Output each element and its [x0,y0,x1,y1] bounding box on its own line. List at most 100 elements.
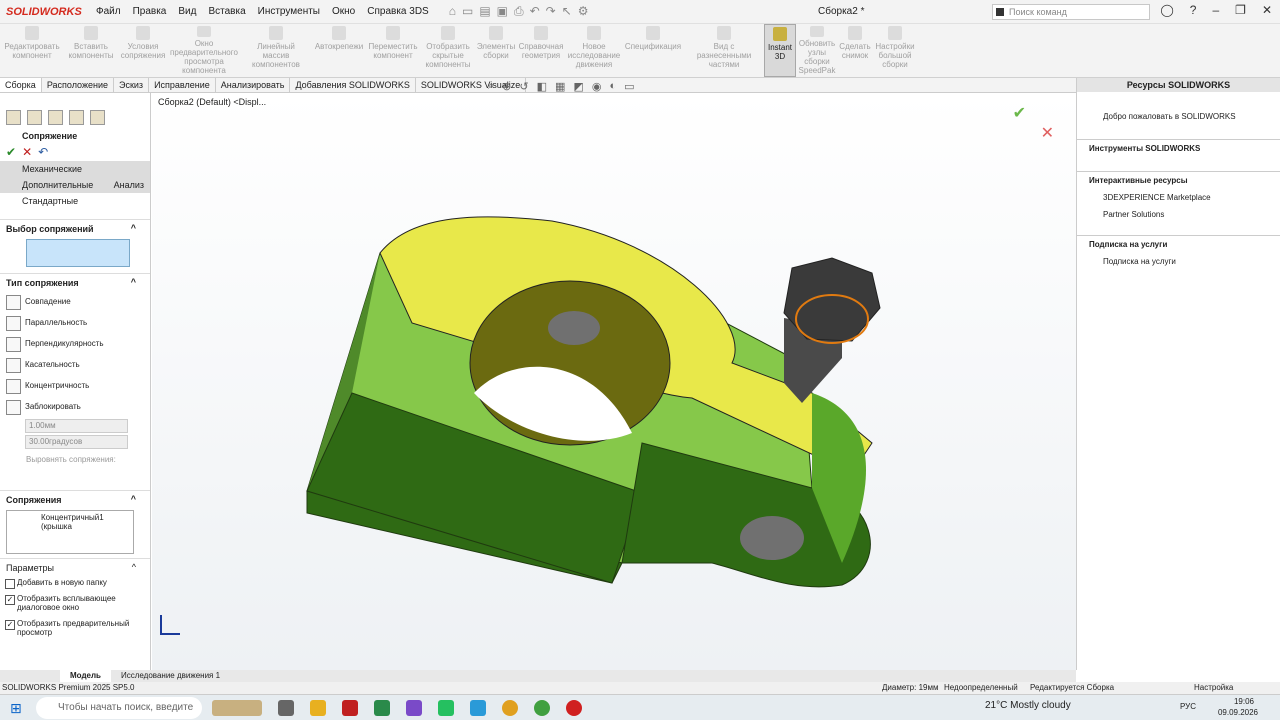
close-icon[interactable]: ✕ [1262,3,1272,17]
menu-edit[interactable]: Правка [127,6,173,17]
weather-widget[interactable]: 21°C Mostly cloudy [985,700,1071,711]
option-preview[interactable]: Отобразить предварительный просмотр [0,617,150,639]
tools-header[interactable]: Инструменты SOLIDWORKS [1077,139,1280,157]
mate-type-perpendicular[interactable]: Перпендикулярность [0,333,150,354]
scene-icon[interactable]: ▭ [624,80,634,93]
save-icon[interactable]: ▣ [497,4,508,19]
open-icon[interactable]: ▤ [479,4,490,19]
angle-field[interactable]: 30.00градусов [25,435,128,449]
display-manager-tab-icon[interactable] [90,110,105,125]
distance-field[interactable]: 1.00мм [25,419,128,433]
print-icon[interactable]: ⎙ [514,4,524,19]
mate-type-tangent[interactable]: Касательность [0,354,150,375]
mate-type-lock[interactable]: Заблокировать [0,396,150,417]
partners-link[interactable]: Partner Solutions [1077,206,1280,223]
feature-tree-tab-icon[interactable] [6,110,21,125]
solidworks-taskbar-icon[interactable] [342,699,358,716]
undo-icon[interactable]: ↶ [38,145,48,159]
section-view-icon[interactable]: ◧ [537,80,547,93]
subscription-header[interactable]: Подписка на услуги [1077,235,1280,253]
new-icon[interactable]: ▭ [462,4,473,19]
confirm-cancel-icon[interactable]: ✕ [1041,123,1054,143]
chrome-icon[interactable] [502,699,518,716]
menu-help[interactable]: Справка 3DS [361,6,434,17]
subscription-link[interactable]: Подписка на услуги [1077,253,1280,270]
mate-selection-box[interactable] [26,239,130,267]
welcome-link[interactable]: Добро пожаловать в SOLIDWORKS [1077,108,1280,125]
reference-geometry-button[interactable]: Справочная геометрия [516,24,566,77]
params-header[interactable]: Параметры [0,558,150,576]
mate-selection-header[interactable]: Выбор сопряжений [0,219,150,237]
mate-type-header[interactable]: Тип сопряжения [0,273,150,291]
appearance-icon[interactable]: ◐ [609,80,616,93]
option-new-folder[interactable]: Добавить в новую папку [0,576,150,589]
telegram-icon[interactable] [470,699,486,716]
app-icon[interactable] [374,699,390,716]
whatsapp-icon[interactable] [438,699,454,716]
view-orientation-icon[interactable]: ▦ [555,80,565,93]
marketplace-link[interactable]: 3DEXPERIENCE Marketplace [1077,189,1280,206]
show-hidden-button[interactable]: Отобразить скрытые компоненты [420,24,476,77]
minimize-icon[interactable]: – [1212,3,1219,17]
move-component-button[interactable]: Переместить компонент [366,24,420,77]
clock-date[interactable]: 09.09.2026 [1218,708,1258,717]
option-popup[interactable]: Отобразить всплывающее диалоговое окно [0,592,150,614]
category-standard[interactable]: Стандартные [0,193,150,209]
previous-view-icon[interactable]: ↺ [519,80,528,93]
analysis-label[interactable]: Анализ [114,179,144,191]
language-indicator[interactable]: РУС [1180,702,1196,711]
assembly-features-button[interactable]: Элементы сборки [476,24,516,77]
snapshot-button[interactable]: Сделать снимок [838,24,872,77]
mate-type-concentric[interactable]: Концентричность [0,375,150,396]
interactive-header[interactable]: Интерактивные ресурсы [1077,171,1280,189]
list-item[interactable]: Концентричный1 (крышка [41,513,129,531]
hide-show-icon[interactable]: ◉ [592,80,602,93]
cancel-icon[interactable]: ✕ [22,145,32,159]
menu-insert[interactable]: Вставка [202,6,251,17]
mates-header[interactable]: Сопряжения [0,490,150,508]
clock-time[interactable]: 19:06 [1234,697,1254,706]
search-commands-input[interactable]: Поиск команд [992,4,1150,20]
undo-icon[interactable]: ↶ [530,4,540,19]
taskbar-search[interactable]: Чтобы начать поиск, введите [36,696,202,719]
help-icon[interactable]: ? [1190,3,1197,17]
display-style-icon[interactable]: ◩ [573,80,583,93]
explorer-icon[interactable] [310,699,326,716]
mate-type-parallel[interactable]: Параллельность [0,312,150,333]
menu-file[interactable]: Файл [90,6,127,17]
options-icon[interactable]: ⚙ [578,4,589,19]
smart-fasteners-button[interactable]: Автокрепежи [312,24,366,77]
graphics-area[interactable]: Сборка2 (Default) <Displ... ✔ ✕ [152,93,1076,670]
select-icon[interactable]: ↖ [562,4,572,19]
tab-motion-study[interactable]: Исследование движения 1 [111,670,230,682]
bom-button[interactable]: Спецификация [622,24,684,77]
new-motion-study-button[interactable]: Новое исследование движения [566,24,622,77]
property-manager-tab-icon[interactable] [27,110,42,125]
tab-addins[interactable]: Добавления SOLIDWORKS [290,78,416,92]
dimxpert-tab-icon[interactable] [69,110,84,125]
confirm-check-icon[interactable]: ✔ [1013,103,1026,123]
chrome-profile-icon[interactable] [534,699,550,716]
category-advanced[interactable]: Дополнительные Анализ [0,177,150,193]
exploded-view-button[interactable]: Вид с разнесенными частями [684,24,764,77]
speedpak-button[interactable]: Обновить узлы сборки SpeedPak [796,24,838,77]
configuration-tab-icon[interactable] [48,110,63,125]
mate-button[interactable]: Условия сопряжения [118,24,168,77]
insert-components-button[interactable]: Вставить компоненты [64,24,118,77]
home-icon[interactable]: ⌂ [449,4,456,19]
assembly-model[interactable] [152,93,1076,670]
tab-model[interactable]: Модель [60,670,111,682]
component-preview-button[interactable]: Окно предварительного просмотра компонен… [168,24,240,77]
edit-component-button[interactable]: Редактировать компонент [0,24,64,77]
tab-evaluate[interactable]: Анализировать [216,78,291,92]
menu-tools[interactable]: Инструменты [252,6,326,17]
units-settings[interactable]: Настройка [1194,682,1233,694]
task-view-icon[interactable] [278,699,294,716]
mates-list[interactable]: Концентричный1 (крышка [6,510,134,554]
recorder-icon[interactable] [566,699,582,716]
mate-type-coincident[interactable]: Совпадение [0,291,150,312]
linear-pattern-button[interactable]: Линейный массив компонентов [240,24,312,77]
user-icon[interactable]: ◯ [1160,3,1173,17]
redo-icon[interactable]: ↷ [546,4,556,19]
viber-icon[interactable] [406,699,422,716]
